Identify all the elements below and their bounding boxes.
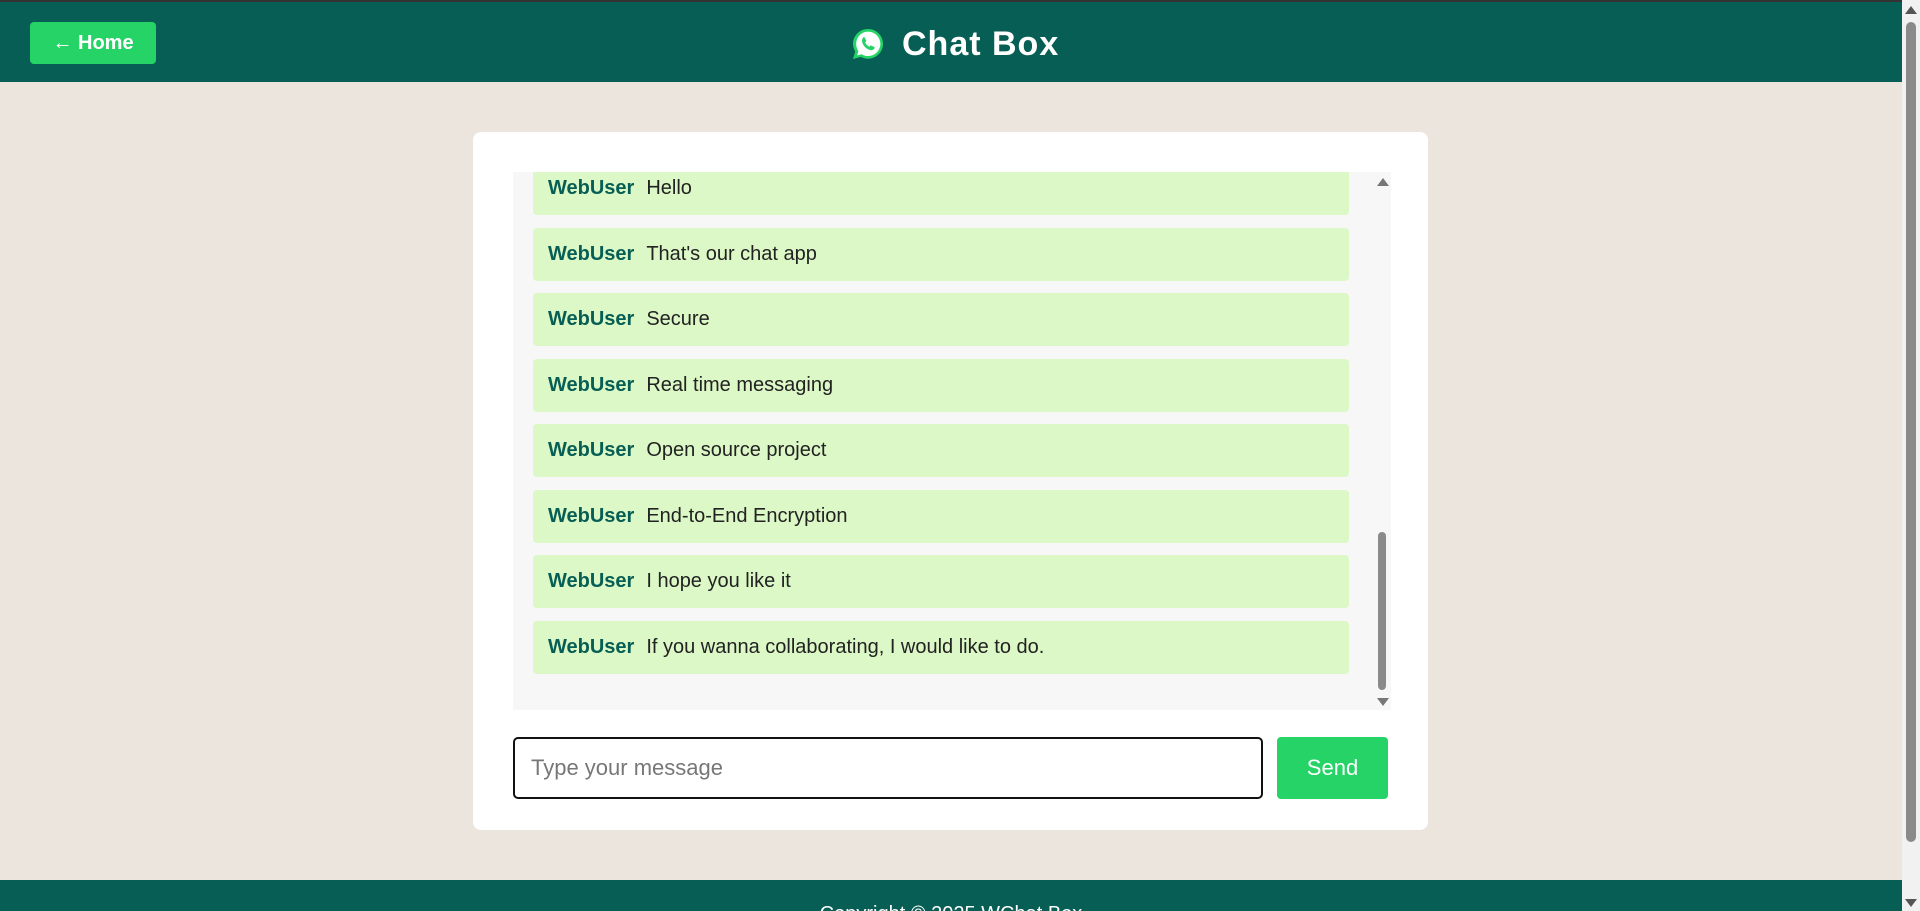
message-item: WebUser Secure xyxy=(533,293,1349,346)
message-sender: WebUser xyxy=(548,570,635,592)
chat-card: WebUser Hello WebUser That's our chat app We… xyxy=(473,132,1428,830)
whatsapp-icon xyxy=(850,26,886,62)
message-sender: WebUser xyxy=(548,177,635,199)
message-sender: WebUser xyxy=(548,373,635,396)
page-title: Chat Box xyxy=(902,24,1060,63)
message-sender: WebUser xyxy=(548,439,635,461)
message-text: End-to-End Encryption xyxy=(646,504,848,527)
message-sender: WebUser xyxy=(548,242,635,265)
message-item: WebUser Real time messaging xyxy=(533,358,1349,412)
message-list[interactable]: WebUser Hello WebUser That's our chat app We… xyxy=(513,172,1391,710)
app-header: ← Home Chat Box xyxy=(0,0,1902,82)
message-text: That's our chat app xyxy=(646,242,817,265)
message-text: If you wanna collaborating, I would like… xyxy=(646,635,1045,658)
message-item: WebUser That's our chat app xyxy=(533,227,1349,281)
footer: Copyright © 2025 WChat Box xyxy=(0,880,1902,911)
message-sender: WebUser xyxy=(548,504,635,527)
send-button[interactable]: Send xyxy=(1277,737,1388,799)
message-item: WebUser End-to-End Encryption xyxy=(533,489,1349,543)
message-text: Secure xyxy=(646,308,710,330)
message-item: WebUser Hello xyxy=(533,172,1349,215)
message-text: I hope you like it xyxy=(646,570,791,592)
message-sender: WebUser xyxy=(548,635,635,658)
window-scroll-up-icon[interactable] xyxy=(1905,6,1917,14)
message-item: WebUser I hope you like it xyxy=(533,555,1349,608)
home-button[interactable]: ← Home xyxy=(30,22,156,64)
window-scrollbar[interactable] xyxy=(1902,0,1920,911)
message-item: WebUser Open source project xyxy=(533,424,1349,477)
footer-copyright: Copyright © 2025 WChat Box xyxy=(0,903,1902,911)
message-list-inner: WebUser Hello WebUser That's our chat app We… xyxy=(533,172,1349,686)
message-text: Hello xyxy=(646,177,692,199)
scrollbar-thumb[interactable] xyxy=(1378,532,1386,690)
message-text: Real time messaging xyxy=(646,373,834,396)
message-sender: WebUser xyxy=(548,308,635,330)
message-input[interactable] xyxy=(513,737,1263,799)
scroll-down-icon[interactable] xyxy=(1377,698,1389,706)
window-scrollbar-thumb[interactable] xyxy=(1906,22,1916,842)
message-item: WebUser If you wanna collaborating, I wou… xyxy=(533,620,1349,674)
message-list-scrollbar[interactable] xyxy=(1373,172,1391,710)
brand: Chat Box xyxy=(850,22,1059,66)
message-text: Open source project xyxy=(646,439,827,461)
window-scroll-down-icon[interactable] xyxy=(1905,899,1917,907)
scroll-up-icon[interactable] xyxy=(1377,178,1389,186)
